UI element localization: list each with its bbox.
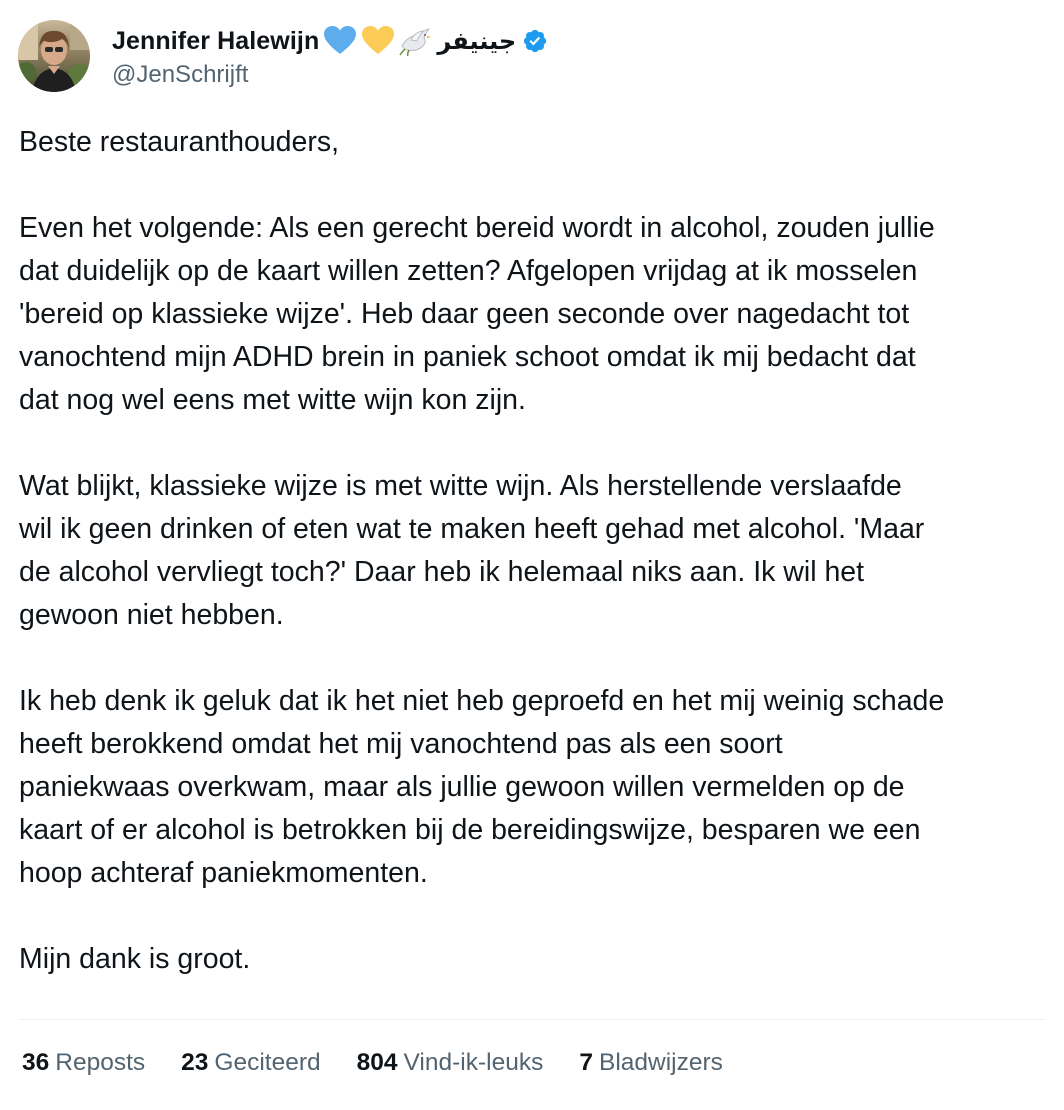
yellow-heart-icon	[361, 26, 395, 56]
bookmarks-label: Bladwijzers	[598, 1049, 723, 1076]
tweet-paragraph: Wat blijkt, klassieke wijze is met witte…	[19, 470, 925, 631]
quotes-count: 23	[181, 1049, 209, 1076]
name-row: Jennifer Halewijn جينيفر	[112, 23, 548, 59]
display-name[interactable]: Jennifer Halewijn	[112, 27, 319, 56]
tweet-paragraph: Beste restauranthouders,	[19, 126, 340, 158]
quotes-stat[interactable]: 23 Geciteerd	[181, 1049, 320, 1077]
likes-label: Vind-ik-leuks	[403, 1049, 544, 1076]
bookmarks-count: 7	[579, 1049, 593, 1076]
verified-badge-icon[interactable]	[522, 28, 548, 54]
author-names: Jennifer Halewijn جينيفر @JenSchrijft	[112, 23, 548, 89]
tweet-paragraph: Mijn dank is groot.	[19, 943, 251, 975]
tweet-text: Beste restauranthouders, Even het volgen…	[19, 121, 1049, 981]
likes-count: 804	[356, 1049, 398, 1076]
divider	[19, 1019, 1045, 1020]
avatar[interactable]	[18, 20, 90, 92]
blue-heart-icon	[323, 26, 357, 56]
reposts-count: 36	[22, 1049, 50, 1076]
reposts-label: Reposts	[55, 1049, 146, 1076]
engagement-stats: 36 Reposts 23 Geciteerd 804 Vind-ik-leuk…	[22, 1049, 759, 1077]
likes-stat[interactable]: 804 Vind-ik-leuks	[357, 1049, 544, 1077]
tweet-paragraph: Even het volgende: Als een gerecht berei…	[19, 212, 935, 416]
bookmarks-stat[interactable]: 7 Bladwijzers	[579, 1049, 723, 1077]
quotes-label: Geciteerd	[214, 1049, 321, 1076]
tweet-paragraph: Ik heb denk ik geluk dat ik het niet heb…	[19, 685, 945, 889]
author-handle[interactable]: @JenSchrijft	[112, 61, 548, 89]
dove-icon	[399, 26, 432, 56]
arabic-name: جينيفر	[437, 27, 517, 55]
reposts-stat[interactable]: 36 Reposts	[22, 1049, 145, 1077]
tweet-header: Jennifer Halewijn جينيفر @JenSchrijft	[18, 18, 548, 94]
